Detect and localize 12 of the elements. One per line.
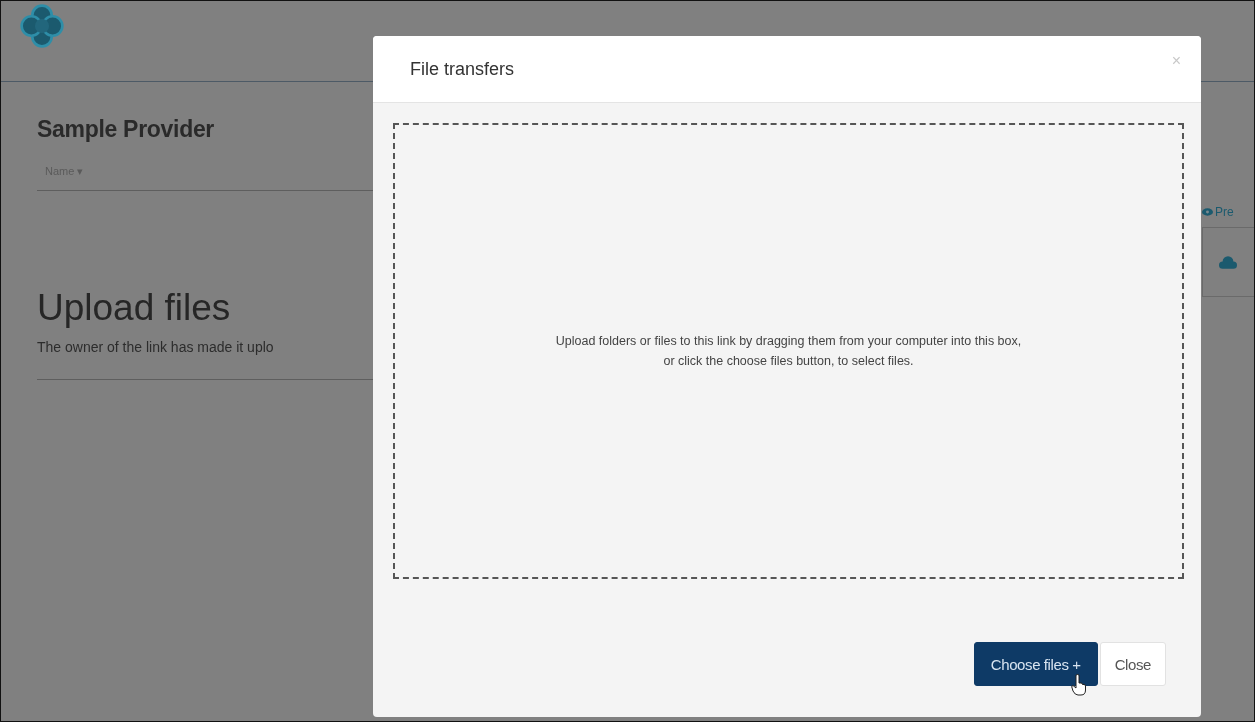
logo-icon [19,3,65,49]
eye-icon [1202,208,1213,216]
drop-zone[interactable]: Upload folders or files to this link by dragging them from your computer into this box, or click the choose files button, to select files. [393,123,1184,579]
page-title: Sample Provider [37,116,216,143]
cloud-icon [1219,255,1237,269]
dialog-title: File transfers [410,58,515,80]
upload-heading: Upload files [37,287,232,329]
upload-description: The owner of the link has made it uplo [37,339,275,355]
drop-instructions: Upload folders or files to this link by dragging them from your computer into this box, or click the choose files button, to select files. [555,333,1022,370]
choose-files-button[interactable]: Choose files + [973,642,1098,686]
close-button[interactable]: Close [1099,642,1166,686]
hand-cursor-icon [1071,674,1087,696]
